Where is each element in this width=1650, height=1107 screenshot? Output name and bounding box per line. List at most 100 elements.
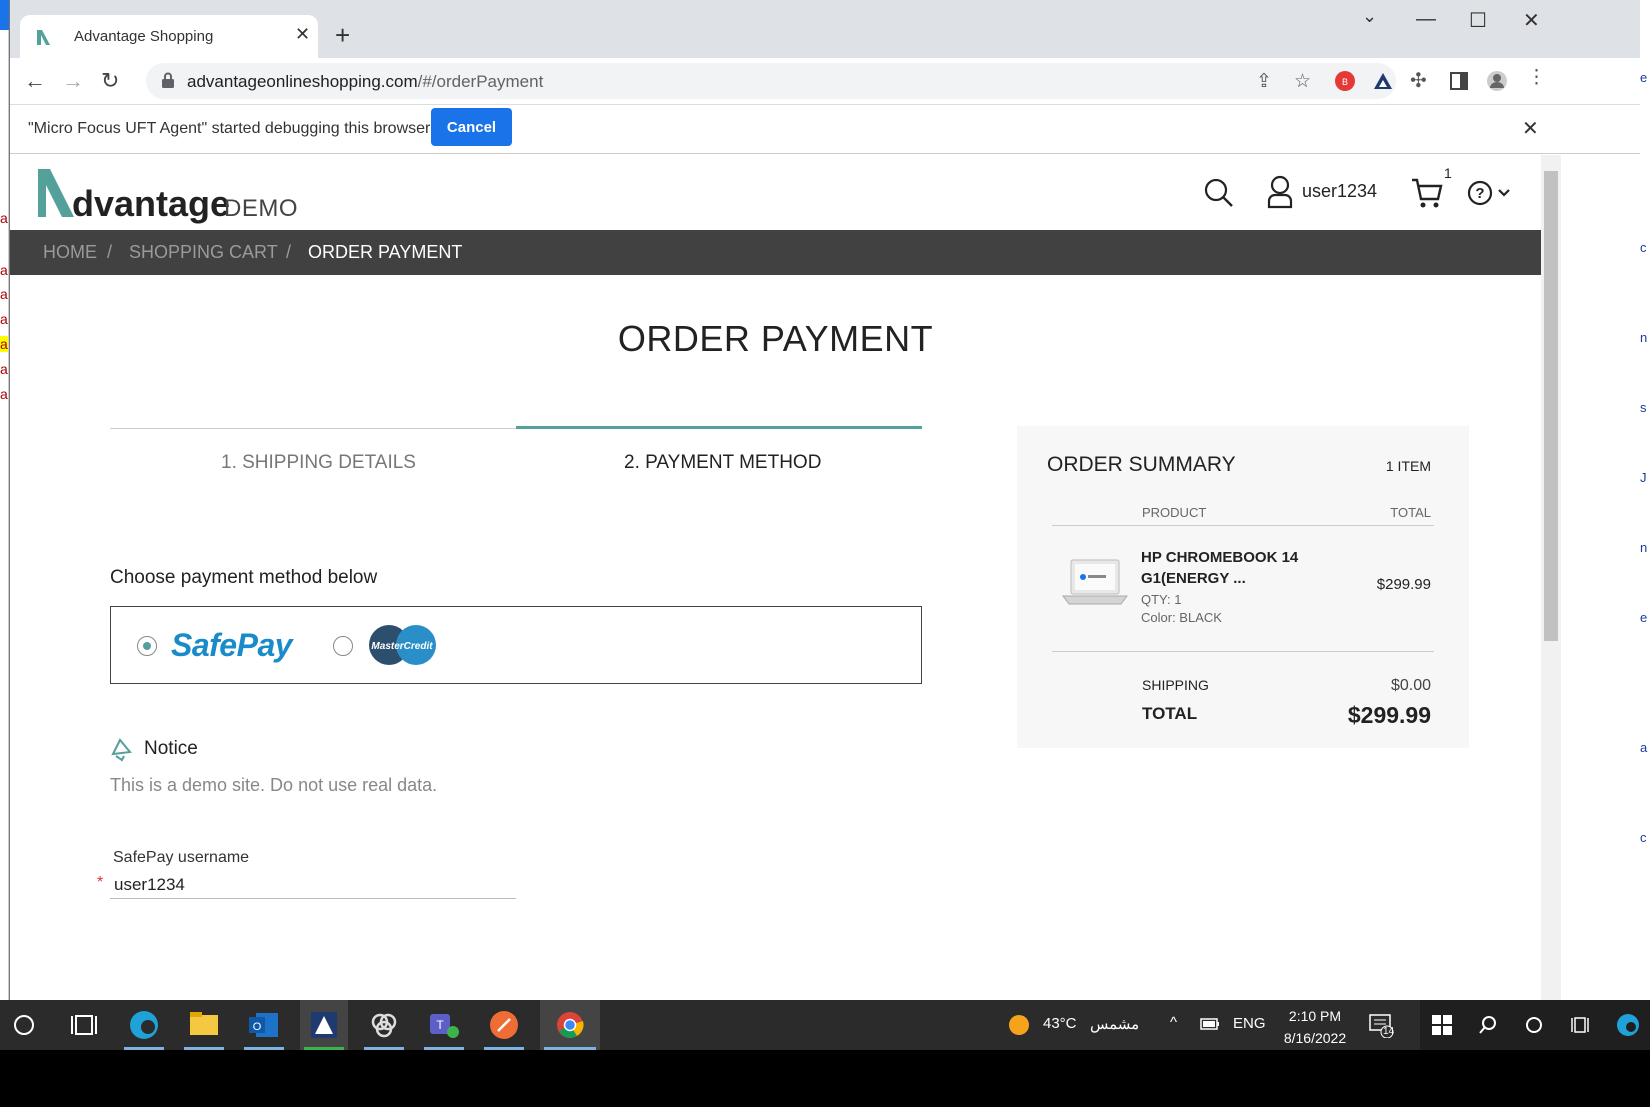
chrome-icon xyxy=(557,1012,584,1038)
safepay-username-input[interactable] xyxy=(110,871,516,899)
product-thumbnail[interactable] xyxy=(1061,556,1129,610)
new-tab-icon[interactable]: + xyxy=(335,22,350,48)
cortana-secondary-icon[interactable] xyxy=(1524,1015,1544,1035)
notification-count: 14 xyxy=(1383,1026,1395,1037)
mastercredit-radio[interactable] xyxy=(333,636,353,656)
choose-payment-label: Choose payment method below xyxy=(110,567,378,588)
secondary-taskbar xyxy=(1420,1000,1650,1050)
task-view-icon[interactable] xyxy=(60,1000,108,1050)
safepay-username-label: SafePay username xyxy=(113,849,250,866)
clock-time: 2:10 PM xyxy=(1288,1008,1342,1024)
help-icon[interactable]: ? xyxy=(1466,179,1516,207)
taskbar-file-explorer[interactable] xyxy=(180,1000,228,1050)
cortana-icon[interactable] xyxy=(0,1000,48,1050)
battery-icon[interactable] xyxy=(1200,1017,1220,1031)
user-icon[interactable] xyxy=(1266,175,1294,209)
task-view-secondary-icon[interactable] xyxy=(1570,1015,1590,1035)
item-count: 1 ITEM xyxy=(1385,458,1431,474)
background-text: c xyxy=(1640,830,1647,845)
weather-description[interactable]: مشمس xyxy=(1090,1015,1139,1033)
side-panel-icon[interactable] xyxy=(1448,70,1470,92)
address-bar[interactable]: advantageonlineshopping.com/#/orderPayme… xyxy=(146,63,1396,99)
background-text: a xyxy=(0,210,8,226)
search-icon[interactable] xyxy=(1203,177,1235,209)
reload-icon[interactable]: ↻ xyxy=(101,68,119,94)
tab-close-icon[interactable]: ✕ xyxy=(295,24,310,45)
weather-temperature[interactable]: 43°C xyxy=(1043,1015,1077,1032)
menu-kebab-icon[interactable]: ⋮ xyxy=(1527,66,1546,89)
search-taskbar-icon[interactable] xyxy=(1478,1015,1498,1035)
step-payment-method[interactable]: 2. PAYMENT METHOD xyxy=(624,452,821,474)
language-indicator[interactable]: ENG xyxy=(1233,1015,1266,1032)
windows-start-icon[interactable] xyxy=(1432,1015,1452,1035)
url-path: /#/orderPayment xyxy=(417,72,544,91)
taskbar-teams[interactable]: T xyxy=(420,1000,468,1050)
svg-text:O: O xyxy=(253,1021,262,1033)
product-name[interactable]: HP CHROMEBOOK 14 G1(ENERGY ... xyxy=(1141,547,1321,589)
taskbar-app-knot[interactable] xyxy=(360,1000,408,1050)
background-window-titlebar xyxy=(0,0,9,30)
taskbar-clock[interactable]: 2:10 PM 8/16/2022 xyxy=(1270,1005,1360,1049)
running-indicator xyxy=(184,1047,224,1050)
order-summary: ORDER SUMMARY 1 ITEM PRODUCT TOTAL HP CH… xyxy=(1017,426,1469,748)
site-logo[interactable]: dvantage DEMO xyxy=(36,165,336,225)
edge-secondary-icon[interactable] xyxy=(1616,1013,1640,1037)
safepay-logo[interactable]: SafePay xyxy=(171,627,293,664)
taskbar-edge[interactable] xyxy=(120,1000,168,1050)
taskbar: O T 43°C مشمس ^ ENG 2:10 PM 8/16/2022 14 xyxy=(0,1000,1650,1050)
username-link[interactable]: user1234 xyxy=(1302,181,1377,202)
bookmark-star-icon[interactable]: ☆ xyxy=(1294,70,1311,93)
forward-arrow-icon[interactable]: → xyxy=(62,68,84,94)
product-price: $299.99 xyxy=(1376,576,1431,593)
sun-weather-icon[interactable] xyxy=(1008,1014,1030,1036)
profile-avatar-icon[interactable] xyxy=(1486,70,1508,92)
debug-infobar: "Micro Focus UFT Agent" started debuggin… xyxy=(10,104,1640,154)
mastercredit-logo[interactable]: MasterCredit xyxy=(368,624,438,666)
taskbar-uft[interactable] xyxy=(300,1000,348,1050)
col-product: PRODUCT xyxy=(1142,505,1207,520)
tray-chevron-icon[interactable]: ^ xyxy=(1170,1014,1177,1031)
background-text: a xyxy=(0,262,8,278)
payment-method-selector: SafePay MasterCredit xyxy=(110,606,922,684)
notice-title: Notice xyxy=(144,738,198,759)
background-text: a xyxy=(1640,740,1648,755)
taskbar-app-orange[interactable] xyxy=(480,1000,528,1050)
minimize-icon[interactable]: — xyxy=(1416,8,1436,31)
maximize-icon[interactable]: ☐ xyxy=(1469,8,1487,33)
page-scrollbar[interactable] xyxy=(1541,155,1561,1000)
browser-tab[interactable]: Advantage Shopping ✕ xyxy=(20,15,318,58)
share-icon[interactable]: ⇪ xyxy=(1256,70,1272,93)
safepay-radio[interactable] xyxy=(137,636,157,656)
svg-text:?: ? xyxy=(1475,185,1484,202)
svg-text:T: T xyxy=(436,1018,444,1032)
required-asterisk: * xyxy=(97,874,104,891)
background-text: n xyxy=(1640,540,1648,555)
svg-text:B: B xyxy=(1342,77,1348,87)
cart-count-badge: 1 xyxy=(1444,165,1452,181)
teams-icon: T xyxy=(430,1014,459,1038)
breadcrumb-home[interactable]: HOME xyxy=(43,242,97,263)
cart-icon[interactable] xyxy=(1410,177,1444,209)
background-text: c xyxy=(1640,240,1647,255)
back-arrow-icon[interactable]: ← xyxy=(24,68,46,94)
extensions-puzzle-icon[interactable]: ✣ xyxy=(1410,68,1427,93)
background-text: a xyxy=(0,311,8,327)
infobar-cancel-button[interactable]: Cancel xyxy=(431,108,512,146)
advantage-favicon-icon xyxy=(37,30,50,45)
taskbar-chrome[interactable] xyxy=(540,1000,600,1050)
product-color: Color: BLACK xyxy=(1141,610,1222,625)
tab-search-chevron-icon[interactable]: ⌄ xyxy=(1362,6,1377,27)
background-text: a xyxy=(0,336,8,352)
steps-active-indicator xyxy=(516,426,922,429)
extension-uft-icon[interactable] xyxy=(1372,70,1394,92)
scrollbar-thumb[interactable] xyxy=(1544,171,1558,641)
mastercredit-logo-text: MasterCredit xyxy=(371,641,433,652)
logo-text: dvantage xyxy=(72,183,231,224)
infobar-close-icon[interactable]: ✕ xyxy=(1522,116,1539,141)
url-text: advantageonlineshopping.com/#/orderPayme… xyxy=(187,72,543,92)
extension-red-icon[interactable]: B xyxy=(1334,70,1356,92)
window-close-icon[interactable]: ✕ xyxy=(1523,8,1540,33)
taskbar-outlook[interactable]: O xyxy=(240,1000,288,1050)
step-shipping-details[interactable]: 1. SHIPPING DETAILS xyxy=(221,452,416,474)
breadcrumb-shopping-cart[interactable]: SHOPPING CART xyxy=(129,242,278,263)
